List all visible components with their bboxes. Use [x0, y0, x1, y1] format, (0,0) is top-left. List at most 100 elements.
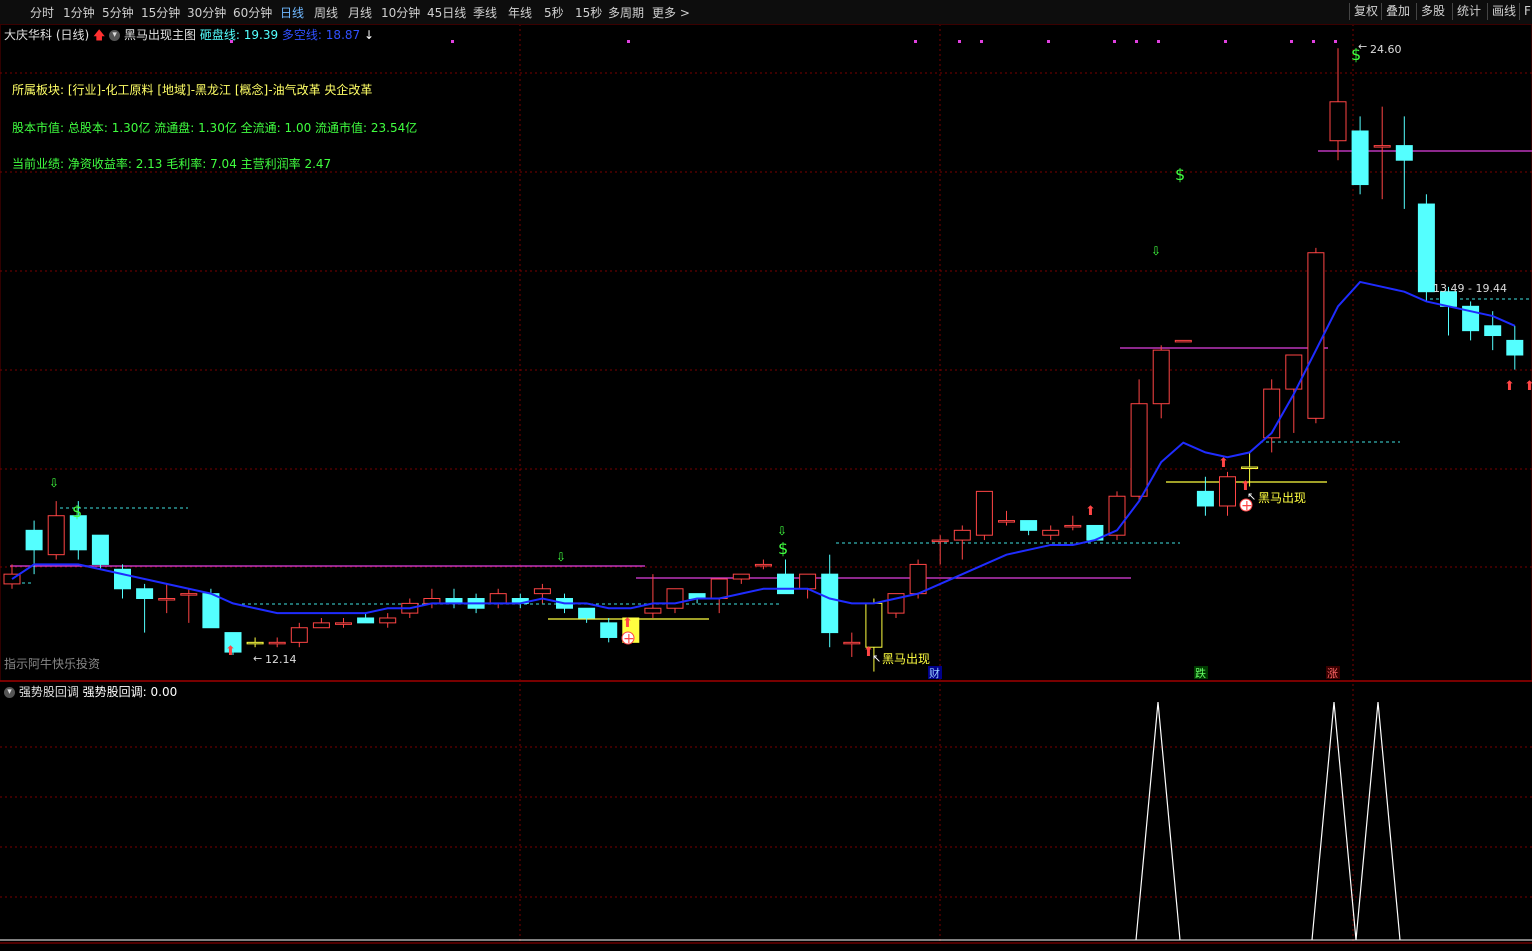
signal-dot-7 [1113, 40, 1116, 43]
sector-info: 所属板块: [行业]-化工原料 [地域]-黑龙江 [概念]-油气改革 央企改革 [12, 83, 373, 97]
period-tab-5[interactable]: 60分钟 [233, 4, 272, 21]
candle-body-29 [644, 607, 662, 614]
down-arrow-icon: ↓ [363, 28, 375, 42]
candle-body-57 [1263, 388, 1281, 439]
sub-indicator-name[interactable]: 强势股回调 [19, 685, 79, 699]
toolbar-button-3[interactable]: 统计 [1452, 3, 1485, 20]
candle-body-60 [1329, 101, 1347, 142]
trend-label: 多空线: [281, 28, 322, 42]
range-label: 13.49 - 19.44 [1433, 282, 1507, 295]
indicator-name[interactable]: 黑马出现主图 [124, 28, 196, 42]
candle-body-48 [1064, 524, 1082, 528]
period-toolbar: 分时 1分钟 5分钟 15分钟 30分钟 60分钟 日线 周线 月线 10分钟 45日线 季线 年线 5秒… [0, 0, 1532, 25]
period-tab-8[interactable]: 月线 [348, 4, 372, 21]
candle-body-38 [843, 641, 861, 645]
candle-body-43 [953, 529, 971, 541]
sell-arrow-icon-3: ⇩ [777, 524, 787, 538]
signal-dot-1 [451, 40, 454, 43]
sell-arrow-icon-2: ⇩ [1151, 244, 1161, 258]
toolbar-button-1[interactable]: 叠加 [1381, 3, 1414, 20]
buy-arrow-icon-3: ⬆ [1085, 504, 1096, 519]
period-tab-15[interactable]: 多周期 [608, 4, 644, 21]
candle-body-64 [1417, 203, 1435, 293]
period-tab-13[interactable]: 5秒 [544, 4, 564, 21]
period-tab-4[interactable]: 30分钟 [187, 4, 226, 21]
signal-dot-10 [1224, 40, 1227, 43]
sell-arrow-icon-1: ⇩ [556, 550, 566, 564]
candle-body-51 [1130, 403, 1148, 497]
period-tab-14[interactable]: 15秒 [575, 4, 602, 21]
event-tag-die: 跌 [1195, 666, 1206, 680]
support-value: 19.39 [243, 28, 279, 42]
event-tag-zhang: 涨 [1327, 667, 1338, 680]
signal-dot-13 [1334, 40, 1337, 43]
toolbar-button-2[interactable]: 多股 [1416, 3, 1449, 20]
support-label: 砸盘线: [199, 28, 240, 42]
candle-body-12 [268, 641, 286, 645]
period-tab-16[interactable]: 更多 > [652, 4, 690, 21]
period-tab-3[interactable]: 15分钟 [141, 4, 180, 21]
candle-body-15 [335, 622, 352, 625]
candle-body-30 [666, 588, 684, 609]
period-tab-7[interactable]: 周线 [314, 4, 338, 21]
toolbar-button-4[interactable]: 画线 [1487, 3, 1520, 20]
candle-body-53 [1174, 339, 1192, 343]
main-chart-header: 大庆华科 (日线) 🡅 ▾ 黑马出现主图 砸盘线: 19.39 多空线: 18.… [4, 26, 374, 47]
sub-chart-header: ▾ 强势股回调 强势股回调: 0.00 [4, 683, 177, 700]
candle-body-52 [1152, 349, 1170, 405]
trend-value: 18.87 [325, 28, 361, 42]
strong-pullback-line [1135, 701, 1401, 941]
buy-arrow-icon-6: ⬆ [1504, 379, 1515, 394]
period-tab-1[interactable]: 1分钟 [63, 4, 95, 21]
market-cap-info: 股本市值: 总股本: 1.30亿 流通盘: 1.30亿 全流通: 1.00 流通… [12, 121, 418, 135]
period-tab-0[interactable]: 分时 [30, 4, 54, 21]
candle-body-63 [1395, 145, 1413, 161]
candle-body-37 [821, 573, 839, 634]
toolbar-button-5[interactable]: F [1519, 3, 1532, 20]
period-tab-6[interactable]: 日线 [280, 4, 304, 21]
candle-body-68 [1506, 339, 1524, 356]
candle-body-61 [1351, 130, 1369, 186]
buy-arrow-icon-1: ⬆ [622, 616, 633, 631]
dollar-signal-icon-1: $ [1175, 165, 1185, 184]
high-price-label: 24.60 [1370, 43, 1402, 56]
candle-body-17 [379, 617, 397, 624]
kline-chart[interactable]: ⬆⬆⬆⬆⬆⬆⬆ ⬆⇩⇩⇩⇩$$$$++黑马出现黑马出现↖↖24.60←12.14←… [0, 0, 1532, 951]
signal-dot-3 [914, 40, 917, 43]
period-tab-11[interactable]: 季线 [473, 4, 497, 21]
candle-body-11 [246, 641, 264, 645]
candle-body-14 [312, 622, 330, 629]
period-tab-9[interactable]: 10分钟 [381, 4, 420, 21]
candle-body-36 [799, 573, 817, 590]
candle-body-16 [357, 617, 375, 624]
period-tab-2[interactable]: 5分钟 [102, 4, 134, 21]
dollar-signal-icon-3: $ [778, 539, 788, 558]
candle-body-7 [158, 598, 176, 601]
buy-arrow-icon-0: ⬆ [225, 644, 236, 659]
candle-body-45 [998, 520, 1015, 523]
collapse-icon[interactable]: ▾ [109, 30, 121, 41]
candle-body-26 [578, 607, 596, 619]
candle-body-1 [25, 529, 43, 551]
candle-body-24 [533, 588, 551, 595]
period-tab-10[interactable]: 45日线 [427, 4, 466, 21]
candle-body-41 [909, 563, 927, 595]
candle-body-55 [1219, 476, 1236, 507]
period-tab-12[interactable]: 年线 [508, 4, 532, 21]
signal-dot-12 [1312, 40, 1315, 43]
black-horse-label-1: 黑马出现 [882, 652, 930, 666]
candle-body-27 [600, 622, 618, 638]
pointer-arrow-icon-2: ↖ [1247, 490, 1256, 503]
candle-body-8 [180, 593, 198, 596]
low-pointer-icon: ← [253, 652, 262, 665]
candle-body-4 [91, 534, 109, 565]
toolbar-button-0[interactable]: 复权 [1349, 3, 1382, 20]
signal-dot-6 [1047, 40, 1050, 43]
candle-body-9 [202, 593, 220, 629]
red-up-arrow-icon: 🡅 [93, 28, 106, 42]
candle-body-62 [1373, 145, 1391, 148]
candle-body-42 [931, 539, 949, 543]
performance-info: 当前业绩: 净资收益率: 2.13 毛利率: 7.04 主营利润率 2.47 [12, 157, 332, 171]
sub-collapse-icon[interactable]: ▾ [4, 687, 15, 698]
high-pointer-icon: ← [1358, 40, 1367, 53]
